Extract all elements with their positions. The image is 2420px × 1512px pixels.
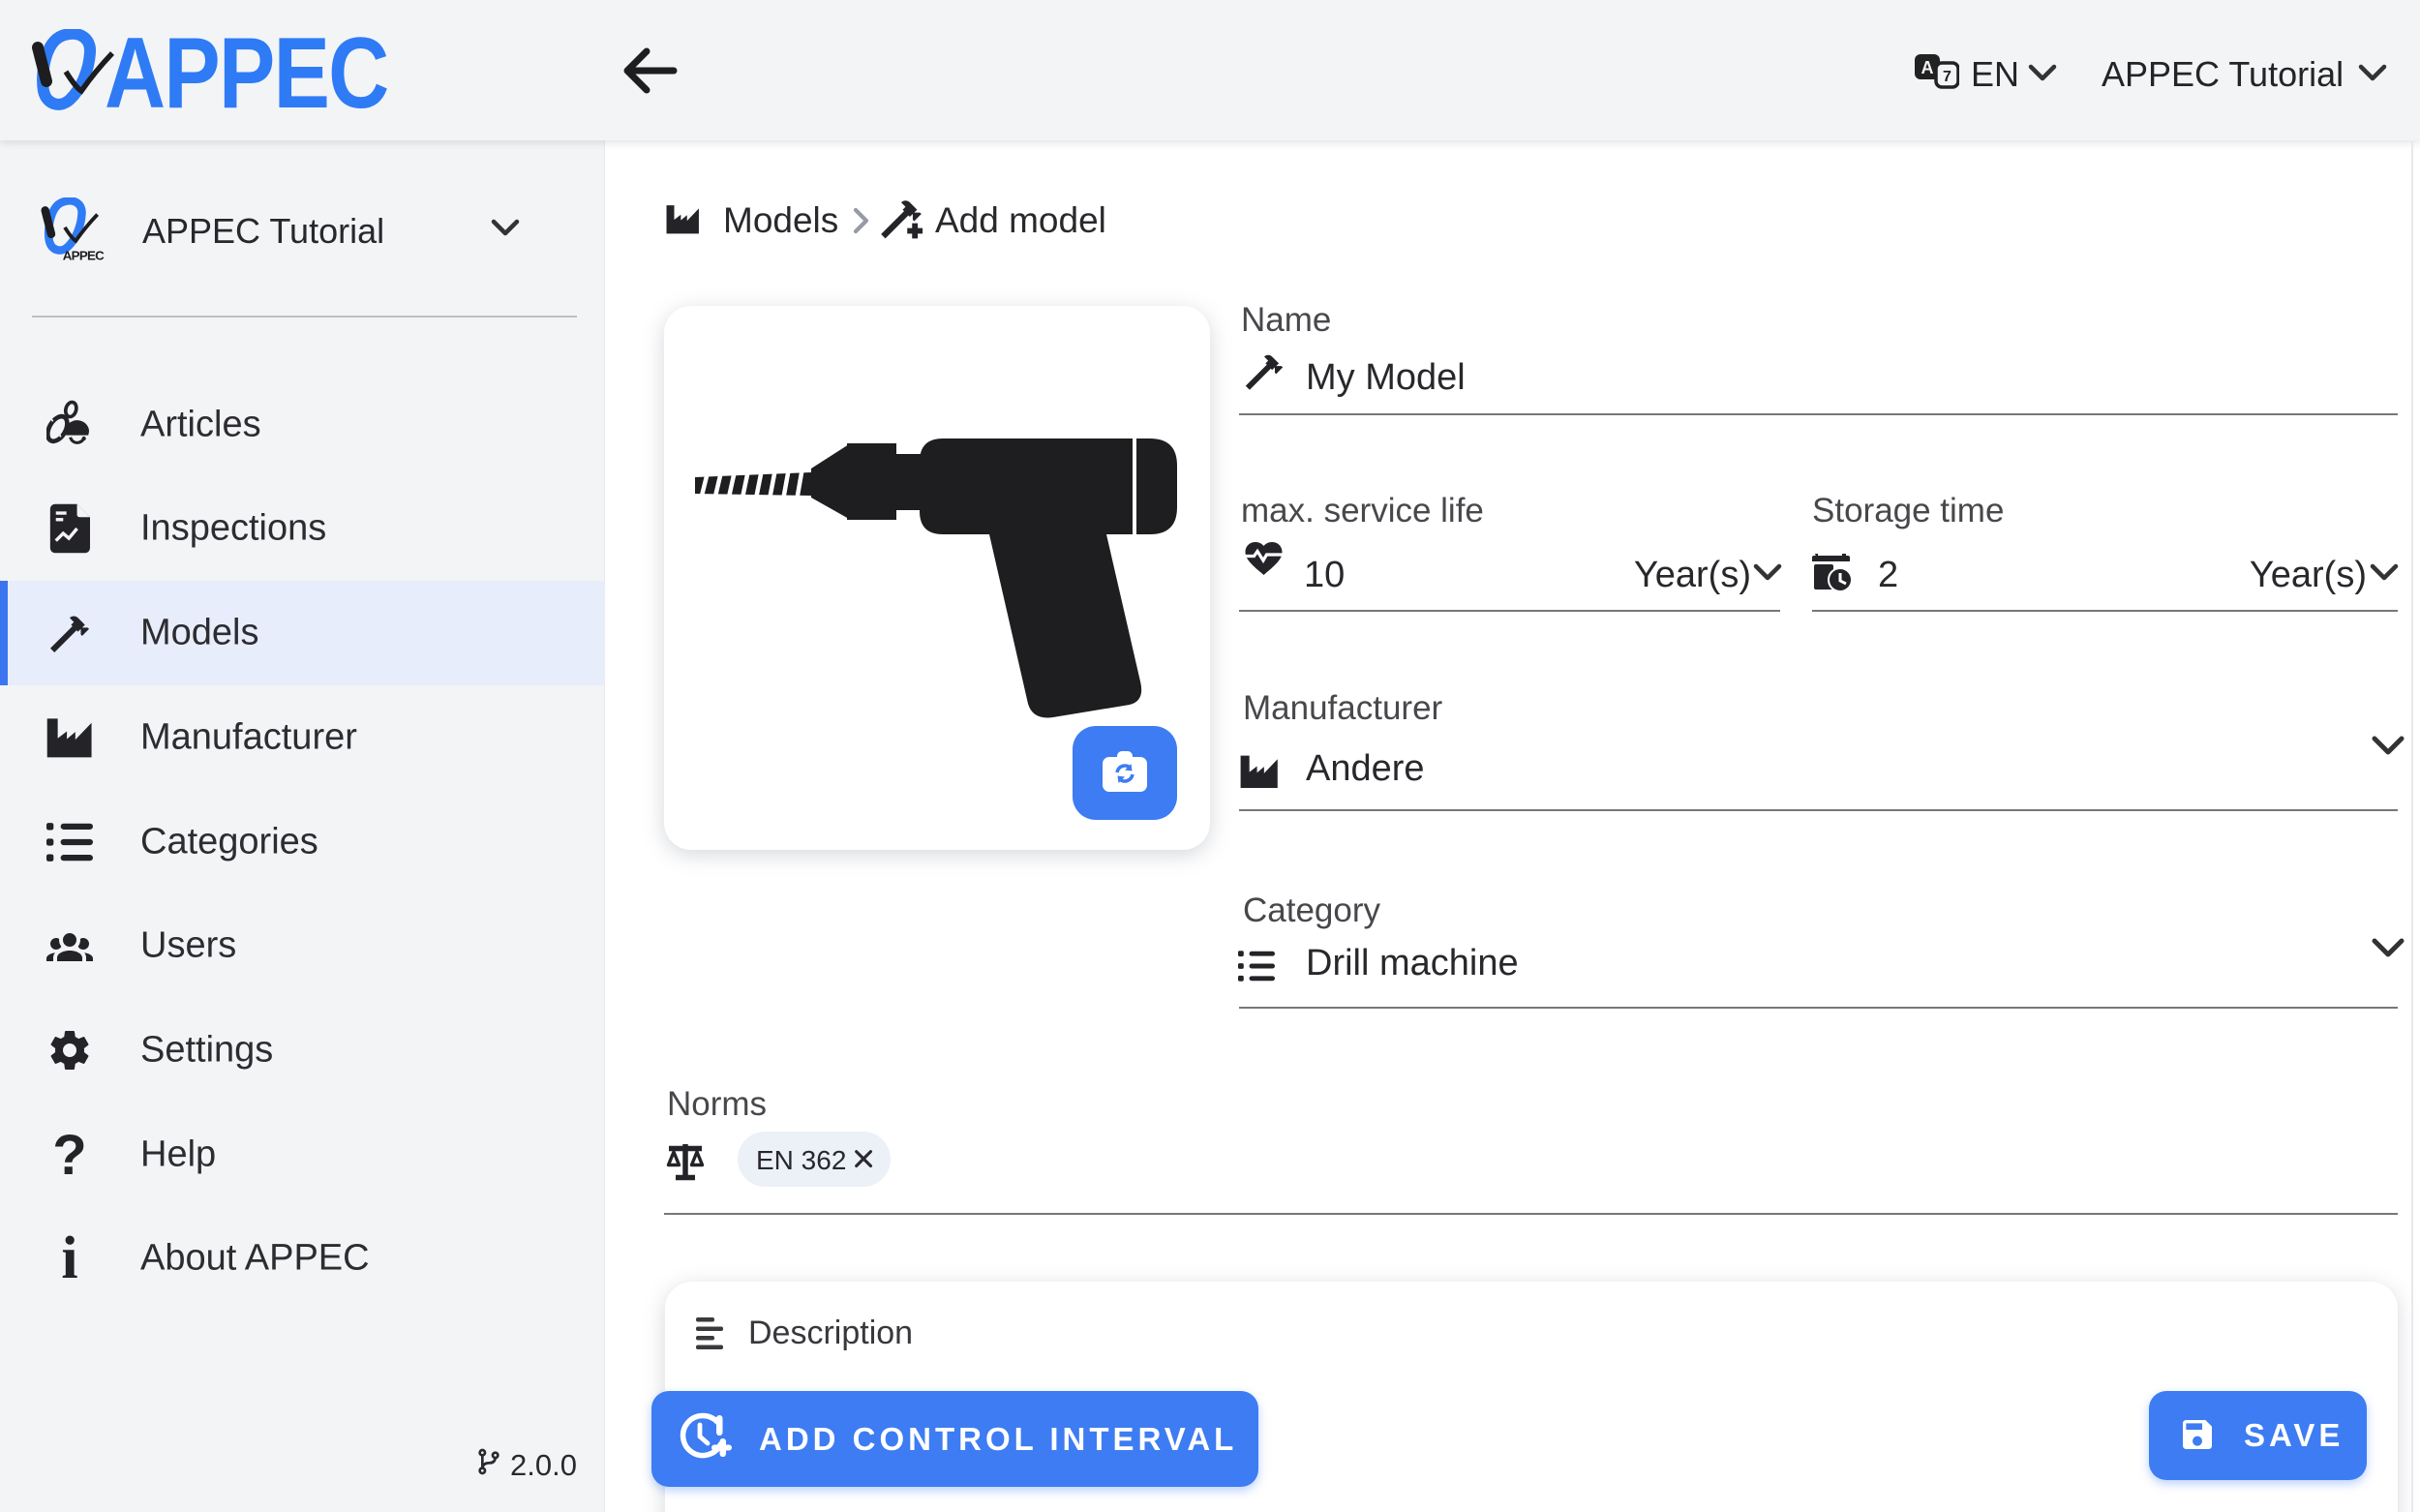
svg-text:7: 7 bbox=[1943, 69, 1951, 85]
svg-text:A: A bbox=[1921, 58, 1934, 77]
svg-text:APPEC: APPEC bbox=[63, 248, 105, 262]
